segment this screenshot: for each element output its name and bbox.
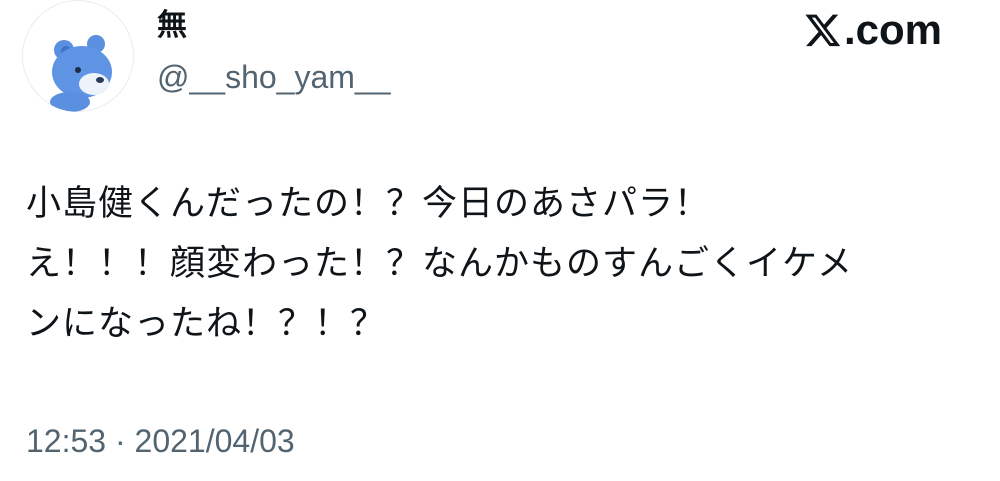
- avatar[interactable]: [22, 0, 134, 112]
- user-handle[interactable]: @__sho_yam__: [157, 56, 391, 98]
- tweet-timestamp[interactable]: 12:53 · 2021/04/03: [26, 420, 295, 462]
- tweet-text-line: ンになったね！？！？: [26, 304, 387, 344]
- tweet-text-line: 小島健くんだったの！？今日のあさパラ！: [26, 184, 711, 224]
- blue-bear-avatar-icon: [50, 35, 112, 112]
- tweet-card: 無 @__sho_yam__ .com 小島健くんだったの！？今日のあさパラ！ …: [0, 0, 1000, 481]
- x-logo-icon: [805, 14, 841, 47]
- brand-domain-text: .com: [843, 6, 942, 53]
- x-brand-watermark: .com: [804, 6, 942, 54]
- display-name[interactable]: 無: [157, 6, 187, 46]
- tweet-text-line: え！！！顔変わった！？なんかものすんごくイケメ: [26, 244, 853, 284]
- tweet-text: 小島健くんだったの！？今日のあさパラ！ え！！！顔変わった！？なんかものすんごく…: [26, 174, 976, 354]
